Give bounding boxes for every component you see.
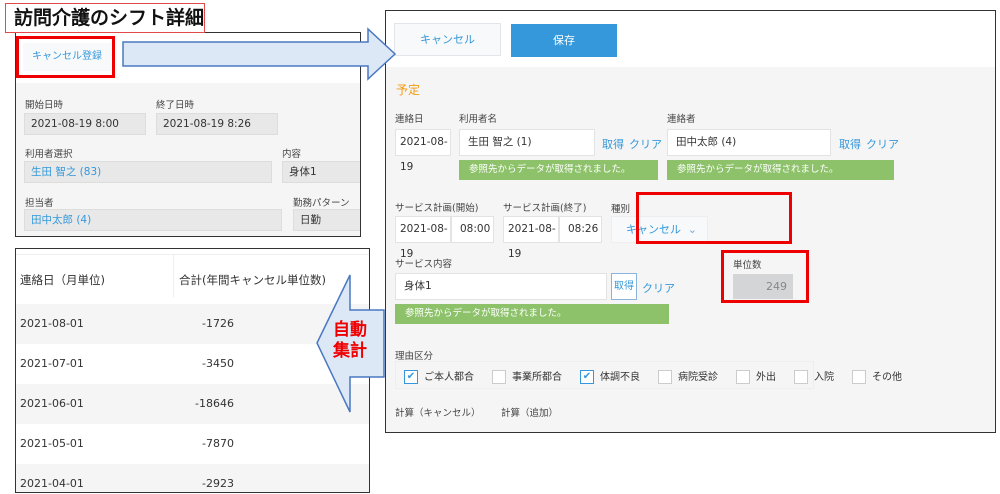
service-clear-link[interactable]: クリア [642, 280, 675, 296]
user-fetch-link[interactable]: 取得 [602, 136, 624, 152]
user-name-label: 利用者名 [459, 114, 498, 125]
contact-date-input[interactable]: 2021-08-19 [395, 129, 451, 173]
page-title: 訪問介護のシフト詳細 [5, 3, 205, 33]
reason-label: 外出 [756, 372, 776, 383]
reason-checkbox[interactable]: 外出 [736, 368, 776, 384]
reason-checkbox[interactable]: 事業所都合 [492, 368, 562, 384]
row-total: -3450 [202, 357, 234, 370]
highlight-box [16, 36, 115, 78]
reason-label: 事業所都合 [512, 372, 562, 383]
checkbox-icon[interactable]: ✔ [580, 370, 594, 384]
user-name-input[interactable]: 生田 智之 (1) [459, 129, 595, 156]
table-row: 2021-05-01 -7870 [16, 424, 369, 464]
reason-checkbox[interactable]: ✔ 体調不良 [580, 368, 640, 384]
contact-fetch-link[interactable]: 取得 [839, 136, 861, 152]
reason-label: その他 [872, 372, 902, 383]
reason-checkbox[interactable]: 入院 [794, 368, 834, 384]
reason-label: 体調不良 [600, 372, 640, 383]
start-field: 2021-08-19 8:00 [24, 113, 146, 135]
table-row: 2021-04-01 -2923 [16, 464, 369, 492]
plan-end-date[interactable]: 2021-08-19 [503, 216, 559, 260]
service-label: サービス内容 [395, 259, 453, 270]
checkbox-icon[interactable] [794, 370, 808, 384]
type-label: 種別 [611, 204, 631, 215]
content-label: 内容 [282, 149, 302, 160]
reason-label: ご本人都合 [424, 372, 474, 383]
plan-start-time[interactable]: 08:00 [451, 216, 494, 243]
user-fetched-message: 参照先からデータが取得されました。 [459, 160, 658, 180]
row-total: -1726 [202, 317, 234, 330]
content-field: 身体1 [282, 161, 360, 183]
right-arrow-icon [122, 27, 397, 81]
calc-add-label: 計算（追加） [501, 408, 559, 419]
service-fetched-message: 参照先からデータが取得されました。 [395, 304, 669, 324]
row-total: -7870 [202, 437, 234, 450]
checkbox-icon[interactable] [658, 370, 672, 384]
header-date[interactable]: 連絡日（月単位) [20, 255, 105, 305]
reason-label: 病院受診 [678, 372, 718, 383]
reason-checkbox[interactable]: ✔ ご本人都合 [404, 368, 474, 384]
reason-checkbox[interactable]: 病院受診 [658, 368, 718, 384]
pattern-field: 日勤 [293, 209, 360, 231]
row-date: 2021-05-01 [20, 437, 84, 450]
pattern-label: 勤務パターン [293, 198, 350, 209]
plan-start-date[interactable]: 2021-08-19 [395, 216, 451, 260]
reason-label: 入院 [814, 372, 834, 383]
contact-date-label: 連絡日 [395, 114, 424, 125]
service-fetch-button[interactable]: 取得 [611, 273, 637, 300]
contact-clear-link[interactable]: クリア [866, 136, 899, 152]
start-label: 開始日時 [25, 100, 64, 111]
reason-checkbox-group: ✔ ご本人都合 事業所都合 ✔ 体調不良 病院受診 外出 入院 その他 [395, 361, 902, 389]
units-highlight-box [721, 250, 809, 303]
row-total: -2923 [202, 477, 234, 490]
plan-start-label: サービス計画(開始) [395, 203, 479, 214]
header-total[interactable]: 合計(年間キャンセル単位数) [179, 255, 326, 305]
checkbox-icon[interactable] [852, 370, 866, 384]
service-input[interactable]: 身体1 [395, 273, 607, 300]
calc-cancel-label: 計算（キャンセル） [395, 408, 481, 419]
staff-label: 担当者 [25, 198, 54, 209]
checkbox-icon[interactable]: ✔ [404, 370, 418, 384]
row-date: 2021-04-01 [20, 477, 84, 490]
row-date: 2021-06-01 [20, 397, 84, 410]
user-clear-link[interactable]: クリア [629, 136, 662, 152]
row-date: 2021-08-01 [20, 317, 84, 330]
checkbox-icon[interactable] [736, 370, 750, 384]
auto-label-line2: 集計 [333, 341, 367, 361]
auto-label-line1: 自動 [333, 320, 367, 340]
reason-checkbox[interactable]: その他 [852, 368, 902, 384]
end-label: 終了日時 [156, 100, 195, 111]
user-field[interactable]: 生田 智之 (83) [24, 161, 272, 183]
row-date: 2021-07-01 [20, 357, 84, 370]
staff-field[interactable]: 田中太郎 (4) [24, 209, 282, 231]
type-highlight-box [636, 192, 792, 244]
contact-person-input[interactable]: 田中太郎 (4) [667, 129, 831, 156]
contact-person-label: 連絡者 [667, 114, 696, 125]
checkbox-icon[interactable] [492, 370, 506, 384]
auto-aggregate-label: 自動 集計 [333, 320, 367, 362]
plan-end-label: サービス計画(終了) [503, 203, 587, 214]
contact-fetched-message: 参照先からデータが取得されました。 [667, 160, 894, 180]
reason-label: 理由区分 [395, 351, 434, 362]
row-total: -18646 [195, 397, 234, 410]
save-button[interactable]: 保存 [511, 24, 617, 57]
plan-end-time[interactable]: 08:26 [559, 216, 602, 243]
end-field: 2021-08-19 8:26 [156, 113, 278, 135]
cancel-button[interactable]: キャンセル [394, 23, 501, 56]
user-label: 利用者選択 [25, 149, 73, 160]
